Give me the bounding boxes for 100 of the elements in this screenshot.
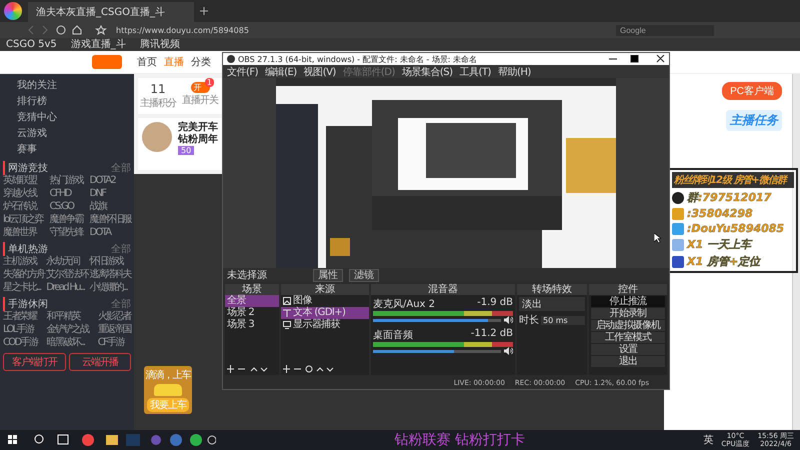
category-link[interactable]: 和平精英 (46, 311, 88, 323)
category-link[interactable]: 火影忍者 (98, 311, 131, 323)
toolbar-button[interactable]: 滤镜 (349, 268, 379, 282)
menu-item[interactable]: 编辑(E) (265, 64, 297, 78)
category-link[interactable]: 魔兽争霸 (50, 214, 83, 226)
scrollbar[interactable] (792, 74, 800, 430)
client-button[interactable]: PC客户端 (722, 82, 782, 100)
category-link[interactable]: 金铲铲之战 (46, 324, 88, 336)
more-link[interactable]: 全部 (111, 161, 131, 175)
category-link[interactable]: 魔兽怀旧服 (89, 214, 131, 226)
source-item[interactable]: 文本 (GDI+) (281, 307, 369, 319)
duration-field[interactable]: 50 ms (541, 316, 585, 324)
menu-item[interactable]: 场景集合(S) (402, 64, 453, 78)
category-link[interactable]: lol云顶之弈 (3, 214, 43, 226)
count-badge: 1 (204, 78, 214, 87)
browser-tab[interactable]: 渔夫本灰直播_CSGO直播_斗 (28, 2, 194, 22)
menu-item[interactable]: 帮助(H) (498, 64, 531, 78)
category-link[interactable]: COD手游 (3, 337, 38, 349)
sidebar-item[interactable]: 竞猜中心 (3, 110, 131, 126)
category-link[interactable]: DNF (89, 188, 131, 200)
ime-indicator[interactable]: 英 (703, 433, 714, 447)
nav-link[interactable]: 分类 (191, 55, 211, 69)
category-link[interactable]: Dread Hu... (46, 282, 88, 294)
category-link[interactable]: 星之卡比... (3, 282, 45, 294)
category-link[interactable]: 小缇娜的... (89, 282, 131, 294)
nav-link[interactable]: 首页 (137, 55, 157, 69)
scene-item[interactable]: 场景 3 (225, 319, 279, 331)
section-title: 网游竞技 (8, 162, 48, 174)
browser-logo-icon[interactable] (4, 2, 22, 20)
category-link[interactable]: 王者荣耀 (3, 311, 38, 323)
control-button[interactable]: 启动虚拟摄像机 (591, 320, 665, 331)
more-link[interactable]: 全部 (111, 242, 131, 256)
scene-item[interactable]: 全景 (225, 295, 279, 307)
category-link[interactable]: CS:GO (50, 201, 83, 213)
speaker-icon[interactable] (504, 347, 513, 355)
control-button[interactable]: 设置 (591, 344, 665, 355)
switch-label: 直播开关 (182, 94, 218, 107)
category-link[interactable]: 炉石传说 (3, 201, 43, 213)
sidebar-button[interactable]: 云端开播 (68, 353, 131, 371)
volume-slider[interactable] (373, 318, 501, 322)
control-button[interactable]: 开始录制 (591, 308, 665, 319)
scene-item[interactable]: 场景 2 (225, 307, 279, 319)
category-link[interactable]: 热门游戏 (50, 175, 83, 187)
overlay-text: X1 房管+定位 (687, 254, 760, 269)
source-item[interactable]: 图像 (281, 295, 369, 307)
speaker-icon[interactable] (504, 316, 513, 324)
sidebar-item[interactable]: 排行榜 (3, 94, 131, 110)
category-link[interactable]: DOTA (89, 227, 131, 239)
streamer-name: 钻粉周年 (178, 134, 219, 145)
sidebar-button[interactable]: 客户端打开 (3, 353, 66, 371)
transition-dropdown[interactable]: 淡出 (519, 297, 585, 311)
streamer-name: 完美开车 (178, 122, 219, 133)
volume-slider[interactable] (373, 350, 501, 352)
menu-item[interactable]: 视图(V) (304, 64, 336, 78)
category-link[interactable]: 失落的方舟 (3, 269, 45, 281)
search-field[interactable]: Google (616, 24, 714, 36)
category-link[interactable]: 战旗 (89, 201, 131, 213)
channel-reading: -1.9 dB (477, 297, 513, 310)
category-link[interactable]: 艾尔登法环 (46, 269, 88, 281)
category-link[interactable]: 重返帝国 (98, 324, 131, 336)
menu-item[interactable]: 文件(F) (227, 64, 258, 78)
category-link[interactable]: CF手游 (98, 337, 131, 349)
category-link[interactable]: 守望先锋 (50, 227, 83, 239)
address-field[interactable]: https://www.douyu.com/5894085 (116, 26, 608, 34)
task-badge[interactable]: 主播任务 (726, 110, 782, 131)
bookmark-link[interactable]: 游戏直播_斗 (70, 40, 126, 50)
category-link[interactable]: 魔兽世界 (3, 227, 43, 239)
ad-card[interactable]: 滴滴，上车 我要上车 (144, 366, 192, 414)
avatar-placeholder (142, 122, 172, 152)
dock-title: 场景 (225, 284, 279, 295)
source-item[interactable]: 显示器捕获 (281, 319, 369, 331)
toolbar-button[interactable]: 属性 (313, 268, 343, 282)
category-link[interactable]: CFHD (50, 188, 83, 200)
more-link[interactable]: 全部 (111, 297, 131, 311)
plus-icon[interactable] (200, 7, 208, 15)
category-link[interactable]: LOL手游 (3, 324, 38, 336)
sidebar-item[interactable]: 云游戏 (3, 126, 131, 142)
bookmark-link[interactable]: CSGO 5v5 (6, 40, 57, 50)
taskbar-icons-drawing[interactable] (6, 433, 216, 447)
category-link[interactable]: 怀旧游戏 (89, 256, 131, 268)
category-link[interactable]: 主机游戏 (3, 256, 45, 268)
window-controls-drawing[interactable] (609, 55, 665, 63)
category-link[interactable]: 暗黑破坏... (46, 337, 88, 349)
category-link[interactable]: 永劫无间 (46, 256, 88, 268)
menu-item[interactable]: 工具(T) (460, 64, 491, 78)
control-button[interactable]: 工作室模式 (591, 332, 665, 343)
navigation-icons-drawing[interactable] (28, 25, 108, 35)
sidebar-item[interactable]: 我的关注 (3, 78, 131, 94)
dock-title: 来源 (281, 284, 369, 295)
category-link[interactable]: 穿越火线 (3, 188, 43, 200)
overlay-header: 粉丝牌到12级 房管+微信群 (672, 172, 794, 188)
toggle-switch[interactable]: 开 (190, 82, 210, 93)
nav-link[interactable]: 直播 (164, 55, 184, 69)
control-button[interactable]: 退出 (591, 356, 665, 367)
bookmark-link[interactable]: 腾讯视频 (140, 40, 180, 50)
category-link[interactable]: 逃离塔科夫 (89, 269, 131, 281)
category-link[interactable]: DOTA2 (89, 175, 131, 187)
category-link[interactable]: 英雄联盟 (3, 175, 43, 187)
control-button[interactable]: 停止推流 (591, 296, 665, 307)
sidebar-item[interactable]: 赛事 (3, 142, 131, 158)
